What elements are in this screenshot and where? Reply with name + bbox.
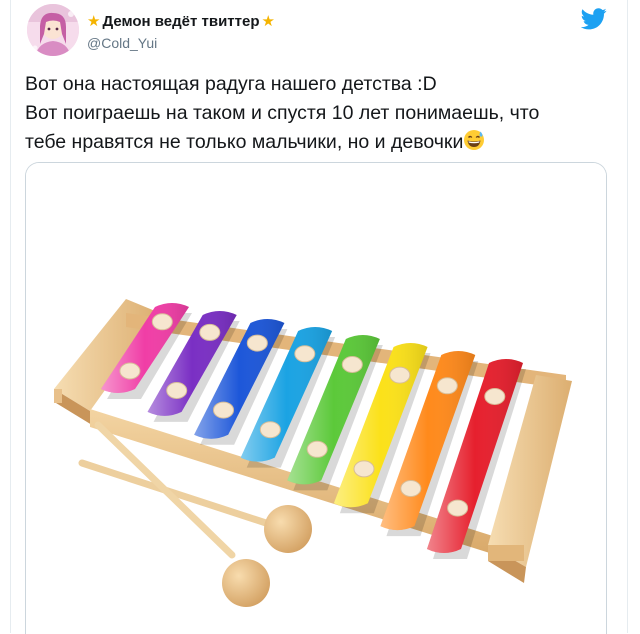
tweet-line-last: тебе нравятся не только мальчики, но и д… [25, 128, 615, 157]
bar-peg [447, 499, 469, 517]
bar-peg [436, 377, 458, 395]
bar-peg [246, 334, 268, 352]
bar-peg [294, 345, 316, 363]
avatar-image [27, 4, 79, 56]
grinning-face-with-sweat-icon [464, 130, 485, 150]
bar-peg [119, 362, 141, 380]
bar-peg [166, 382, 188, 399]
tweet-card: ★ Демон ведёт твиттер ★ @Cold_Yui Вот он… [10, 0, 628, 634]
author-handle[interactable]: @Cold_Yui [87, 35, 157, 51]
bar-peg [199, 323, 221, 341]
tweet-line: Вот она настоящая радуга нашего детства … [25, 73, 437, 95]
avatar[interactable] [27, 4, 79, 56]
bar-peg [213, 401, 234, 419]
bar-peg [259, 421, 281, 439]
bar-peg [151, 313, 173, 331]
author-display-name[interactable]: Демон ведёт твиттер [102, 13, 259, 30]
twitter-bird-icon[interactable] [581, 8, 607, 30]
tweet-line-text: тебе нравятся не только мальчики, но и д… [25, 131, 464, 153]
bar-peg [341, 356, 363, 373]
star-icon: ★ [261, 12, 275, 30]
bar-peg [306, 440, 328, 458]
bar-peg [353, 460, 375, 478]
author-name-row[interactable]: ★ Демон ведёт твиттер ★ [87, 10, 275, 32]
tweet-media[interactable] [25, 162, 607, 634]
bar-peg [389, 366, 411, 384]
star-icon: ★ [87, 12, 101, 30]
tweet-line: Вот поиграешь на таком и спустя 10 лет п… [25, 102, 540, 124]
bar-peg [400, 480, 422, 497]
tweet-text: Вот она настоящая радуга нашего детства … [25, 70, 615, 157]
xylophone-image [26, 163, 606, 634]
bar-peg [484, 388, 506, 405]
